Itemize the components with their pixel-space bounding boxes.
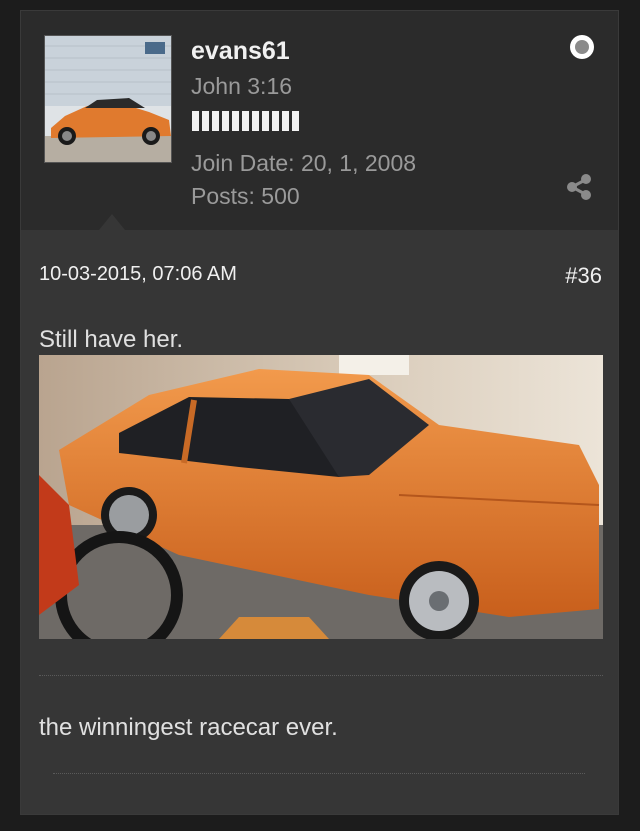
reputation-pip bbox=[292, 111, 299, 131]
reputation-pip bbox=[212, 111, 219, 131]
post-card: evans61 John 3:16 Join Date: 20, 1, 2008… bbox=[20, 10, 619, 815]
reputation-pip bbox=[252, 111, 259, 131]
reputation-pip bbox=[232, 111, 239, 131]
post-count: Posts: 500 bbox=[191, 183, 300, 209]
post-image[interactable] bbox=[39, 355, 603, 639]
username-link[interactable]: evans61 bbox=[191, 37, 290, 66]
offline-status-icon bbox=[570, 35, 594, 59]
signature-divider bbox=[39, 675, 603, 676]
footer-divider bbox=[53, 773, 585, 774]
reputation-pip bbox=[282, 111, 289, 131]
post-header: evans61 John 3:16 Join Date: 20, 1, 2008… bbox=[21, 11, 618, 230]
post-number-link[interactable]: #36 bbox=[565, 263, 602, 289]
reputation-pip bbox=[272, 111, 279, 131]
header-pointer bbox=[99, 214, 125, 230]
join-date: Join Date: 20, 1, 2008 bbox=[191, 150, 417, 176]
user-title: John 3:16 bbox=[191, 73, 293, 99]
user-avatar[interactable] bbox=[44, 35, 172, 163]
reputation-pip bbox=[222, 111, 229, 131]
signature-text: the winningest racecar ever. bbox=[39, 714, 338, 741]
message-text: Still have her. bbox=[39, 326, 184, 353]
reputation-pip bbox=[242, 111, 249, 131]
reputation-bar bbox=[192, 111, 299, 131]
reputation-pip bbox=[262, 111, 269, 131]
share-icon[interactable] bbox=[565, 173, 593, 201]
post-body: 10-03-2015, 07:06 AM #36 Still have her. bbox=[21, 230, 618, 814]
post-date: 10-03-2015, 07:06 AM bbox=[39, 263, 237, 285]
reputation-pip bbox=[192, 111, 199, 131]
reputation-pip bbox=[202, 111, 209, 131]
